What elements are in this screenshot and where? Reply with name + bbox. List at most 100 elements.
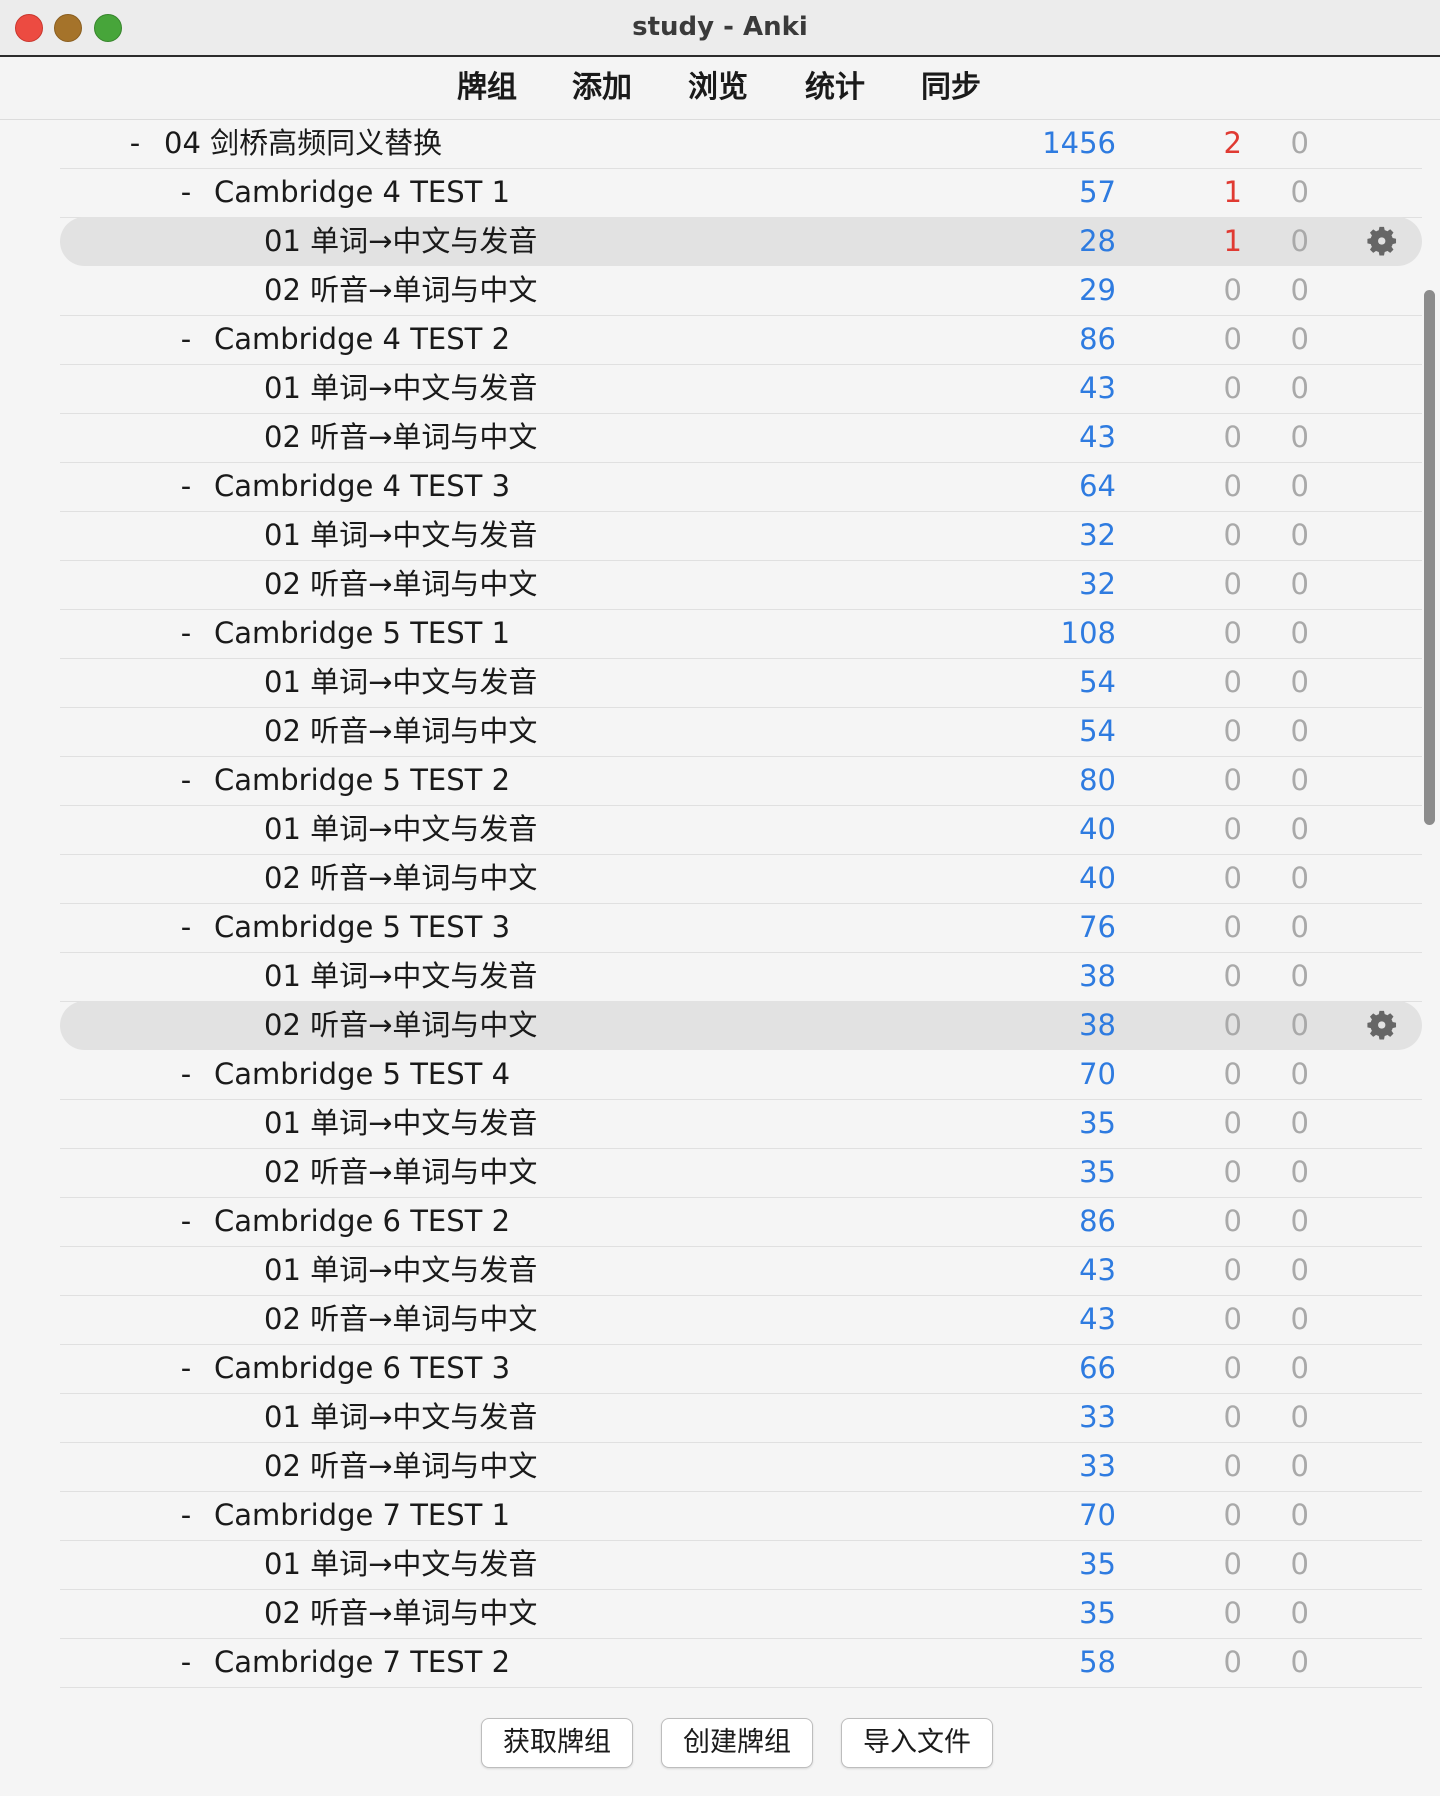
deck-name[interactable]: 01 单词→中文与发音 [264,805,537,854]
learn-count: 0 [1290,1351,1309,1385]
deck-name[interactable]: 01 单词→中文与发音 [264,1246,537,1295]
deck-row[interactable]: 02 听音→单词与中文 43 0 0 [60,413,1422,463]
deck-name[interactable]: Cambridge 5 TEST 1 [214,609,510,658]
deck-row[interactable]: 01 单词→中文与发音 43 0 0 [60,364,1422,414]
learn-count: 0 [1290,273,1309,307]
learn-count: 0 [1290,567,1309,601]
deck-row[interactable]: 02 听音→单词与中文 38 0 0 [60,1001,1422,1050]
learn-count: 0 [1290,1498,1309,1532]
deck-name[interactable]: 02 听音→单词与中文 [264,413,537,462]
deck-name[interactable]: 01 单词→中文与发音 [264,217,537,266]
deck-name[interactable]: 01 单词→中文与发音 [264,658,537,707]
deck-row[interactable]: 01 单词→中文与发音 32 0 0 [60,511,1422,561]
deck-name[interactable]: 01 单词→中文与发音 [264,1393,537,1442]
deck-name[interactable]: 02 听音→单词与中文 [264,1589,537,1638]
deck-name[interactable]: Cambridge 5 TEST 3 [214,903,510,952]
deck-row[interactable]: 02 听音→单词与中文 33 0 0 [60,1442,1422,1492]
deck-row[interactable]: 01 单词→中文与发音 33 0 0 [60,1393,1422,1443]
deck-name[interactable]: Cambridge 5 TEST 2 [214,756,510,805]
deck-row[interactable]: -04 剑桥高频同义替换 1456 2 0 [60,119,1422,169]
collapse-toggle[interactable]: - [173,609,199,658]
deck-row[interactable]: 02 听音→单词与中文 43 0 0 [60,1295,1422,1345]
deck-row[interactable]: 01 单词→中文与发音 40 0 0 [60,805,1422,855]
deck-row[interactable]: 01 单词→中文与发音 43 0 0 [60,1246,1422,1296]
deck-row[interactable]: 01 单词→中文与发音 54 0 0 [60,658,1422,708]
due-count: 38 [1079,959,1116,993]
collapse-toggle[interactable]: - [173,1344,199,1393]
deck-name[interactable]: 02 听音→单词与中文 [264,707,537,756]
deck-name[interactable]: 01 单词→中文与发音 [264,364,537,413]
create-deck-button[interactable]: 创建牌组 [661,1718,813,1768]
due-count: 76 [1079,910,1116,944]
deck-name[interactable]: 02 听音→单词与中文 [264,854,537,903]
deck-row[interactable]: 02 听音→单词与中文 32 0 0 [60,560,1422,610]
deck-row[interactable]: - Cambridge 5 TEST 3 76 0 0 [60,903,1422,953]
due-count: 54 [1079,665,1116,699]
deck-name[interactable]: 02 听音→单词与中文 [264,560,537,609]
toolbar-add[interactable]: 添加 [552,67,652,109]
due-count: 35 [1079,1155,1116,1189]
deck-name[interactable]: Cambridge 4 TEST 1 [214,168,510,217]
deck-row[interactable]: - Cambridge 7 TEST 2 58 0 0 [60,1638,1422,1688]
deck-row[interactable]: 01 单词→中文与发音 35 0 0 [60,1099,1422,1149]
deck-row[interactable]: 01 单词→中文与发音 35 0 0 [60,1540,1422,1590]
deck-name[interactable]: 01 单词→中文与发音 [264,952,537,1001]
collapse-toggle[interactable]: - [173,168,199,217]
learn-count: 0 [1290,1449,1309,1483]
deck-row[interactable]: - Cambridge 6 TEST 2 86 0 0 [60,1197,1422,1247]
due-count: 28 [1079,224,1116,258]
deck-name[interactable]: Cambridge 4 TEST 3 [214,462,510,511]
collapse-toggle[interactable]: - [173,1050,199,1099]
toolbar-browse[interactable]: 浏览 [668,67,768,109]
deck-name[interactable]: 02 听音→单词与中文 [264,1001,537,1050]
deck-name[interactable]: Cambridge 7 TEST 2 [214,1638,510,1687]
get-shared-decks-button[interactable]: 获取牌组 [481,1718,633,1768]
collapse-toggle[interactable]: - [173,462,199,511]
collapse-toggle[interactable]: - [173,1491,199,1540]
deck-row[interactable]: - Cambridge 7 TEST 1 70 0 0 [60,1491,1422,1541]
deck-list: -04 剑桥高频同义替换 1456 2 0- Cambridge 4 TEST 1 57 1… [60,119,1422,1695]
deck-row[interactable]: 02 听音→单词与中文 35 0 0 [60,1589,1422,1639]
due-count: 32 [1079,518,1116,552]
deck-name[interactable]: 02 听音→单词与中文 [264,266,537,315]
deck-row[interactable]: 02 听音→单词与中文 54 0 0 [60,707,1422,757]
deck-name[interactable]: Cambridge 7 TEST 1 [214,1491,510,1540]
toolbar-decks[interactable]: 牌组 [437,67,537,109]
gear-icon[interactable] [1366,1008,1400,1042]
deck-name[interactable]: 01 单词→中文与发音 [264,1540,537,1589]
deck-name[interactable]: 02 听音→单词与中文 [264,1148,537,1197]
collapse-toggle[interactable]: - [173,315,199,364]
deck-name[interactable]: Cambridge 4 TEST 2 [214,315,510,364]
deck-row[interactable]: 02 听音→单词与中文 29 0 0 [60,266,1422,316]
deck-row[interactable]: 02 听音→单词与中文 40 0 0 [60,854,1422,904]
collapse-toggle[interactable]: - [173,903,199,952]
deck-row[interactable]: 01 单词→中文与发音 28 1 0 [60,217,1422,266]
deck-row[interactable]: - Cambridge 6 TEST 3 66 0 0 [60,1344,1422,1394]
deck-name[interactable]: 04 剑桥高频同义替换 [164,119,442,168]
deck-name[interactable]: 01 单词→中文与发音 [264,511,537,560]
deck-row[interactable]: - Cambridge 4 TEST 3 64 0 0 [60,462,1422,512]
collapse-toggle[interactable]: - [173,1638,199,1687]
scrollbar[interactable] [1424,290,1435,825]
deck-row[interactable]: - Cambridge 5 TEST 2 80 0 0 [60,756,1422,806]
deck-row[interactable]: - Cambridge 5 TEST 4 70 0 0 [60,1050,1422,1100]
collapse-toggle[interactable]: - [173,756,199,805]
deck-name[interactable]: 02 听音→单词与中文 [264,1442,537,1491]
deck-name[interactable]: 01 单词→中文与发音 [264,1099,537,1148]
deck-name[interactable]: Cambridge 5 TEST 4 [214,1050,510,1099]
deck-row[interactable]: 01 单词→中文与发音 38 0 0 [60,952,1422,1002]
gear-icon[interactable] [1366,224,1400,258]
collapse-toggle[interactable]: - [173,1197,199,1246]
toolbar-stats[interactable]: 统计 [785,67,885,109]
deck-row[interactable]: - Cambridge 4 TEST 1 57 1 0 [60,168,1422,218]
deck-name[interactable]: Cambridge 6 TEST 3 [214,1344,510,1393]
deck-name[interactable]: 02 听音→单词与中文 [264,1295,537,1344]
toolbar-sync[interactable]: 同步 [901,67,1001,109]
collapse-toggle[interactable]: - [122,119,148,168]
deck-row[interactable]: - Cambridge 4 TEST 2 86 0 0 [60,315,1422,365]
main-toolbar: 牌组 添加 浏览 统计 同步 [0,57,1440,120]
deck-row[interactable]: 02 听音→单词与中文 35 0 0 [60,1148,1422,1198]
deck-name[interactable]: Cambridge 6 TEST 2 [214,1197,510,1246]
import-file-button[interactable]: 导入文件 [841,1718,993,1768]
deck-row[interactable]: - Cambridge 5 TEST 1 108 0 0 [60,609,1422,659]
